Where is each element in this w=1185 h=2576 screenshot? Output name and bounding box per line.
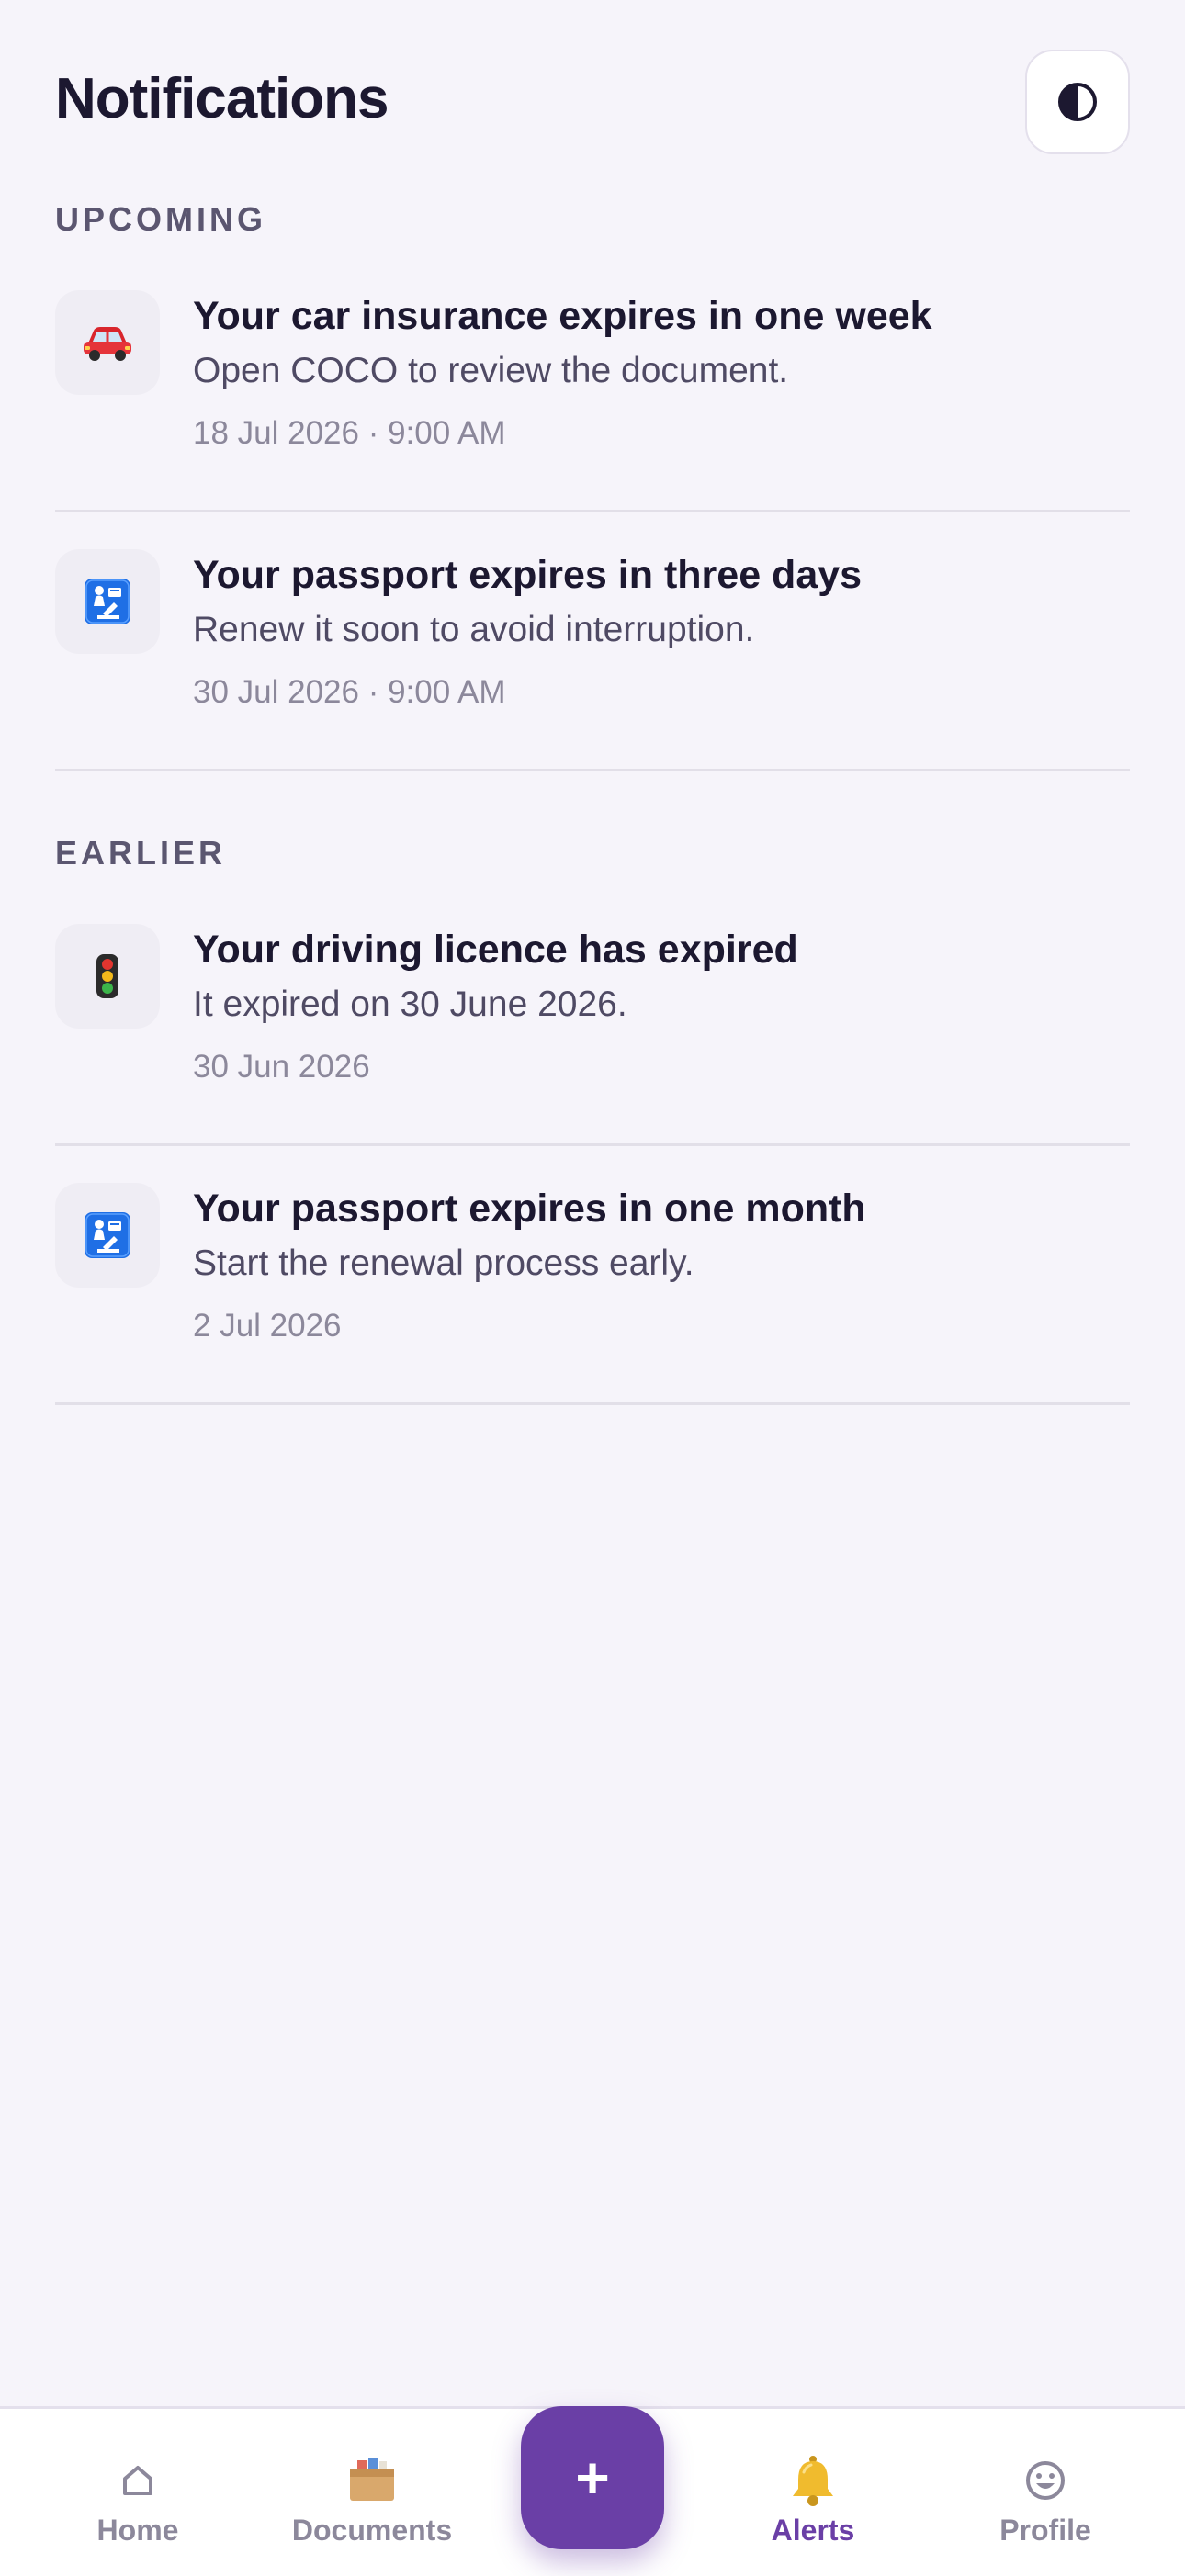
notification-item[interactable]: Your driving licence has expired It expi… — [55, 887, 1130, 1146]
documents-box-icon — [346, 2455, 398, 2506]
nav-label: Alerts — [771, 2514, 855, 2547]
traffic-light-icon — [55, 924, 160, 1029]
car-icon — [55, 290, 160, 395]
notification-body: It expired on 30 June 2026. — [193, 984, 627, 1024]
nav-label: Documents — [291, 2514, 453, 2547]
notification-title: Your passport expires in three days — [193, 553, 863, 597]
section-label-upcoming: UPCOMING — [55, 200, 266, 238]
header: Notifications — [55, 50, 1130, 154]
passport-control-icon — [55, 1183, 160, 1288]
notification-title: Your car insurance expires in one week — [193, 294, 932, 338]
notification-time: 30 Jul 2026 · 9:00 AM — [193, 674, 506, 710]
nav-item-documents[interactable]: Documents — [262, 2409, 482, 2576]
notification-body: Start the renewal process early. — [193, 1243, 694, 1283]
notification-body: Renew it soon to avoid interruption. — [193, 610, 755, 649]
notification-title: Your passport expires in one month — [193, 1187, 866, 1231]
notification-time: 18 Jul 2026 · 9:00 AM — [193, 415, 506, 451]
notification-item[interactable]: Your car insurance expires in one week O… — [55, 253, 1130, 512]
notification-title: Your driving licence has expired — [193, 928, 798, 972]
passport-control-icon — [55, 549, 160, 654]
smiley-icon — [1024, 2455, 1066, 2506]
home-icon — [119, 2455, 156, 2506]
nav-label: Profile — [999, 2514, 1091, 2547]
nav-label: Home — [96, 2514, 179, 2547]
bell-icon — [787, 2455, 839, 2506]
notification-time: 2 Jul 2026 — [193, 1308, 342, 1344]
nav-item-alerts[interactable]: Alerts — [703, 2409, 923, 2576]
notification-time: 30 Jun 2026 — [193, 1049, 370, 1085]
notification-item[interactable]: Your passport expires in three days Rene… — [55, 512, 1130, 771]
theme-toggle-button[interactable] — [1025, 50, 1130, 154]
section-label-earlier: EARLIER — [55, 834, 227, 872]
notification-item[interactable]: Your passport expires in one month Start… — [55, 1146, 1130, 1405]
page-title: Notifications — [55, 67, 389, 130]
notification-body: Open COCO to review the document. — [193, 351, 789, 390]
plus-icon: + — [575, 2445, 610, 2511]
add-document-button[interactable]: + — [521, 2406, 664, 2549]
contrast-icon — [1058, 83, 1097, 121]
notifications-screen: Notifications UPCOMING Your car insuranc… — [0, 0, 1185, 2576]
nav-item-profile[interactable]: Profile — [935, 2409, 1156, 2576]
nav-item-home[interactable]: Home — [28, 2409, 248, 2576]
